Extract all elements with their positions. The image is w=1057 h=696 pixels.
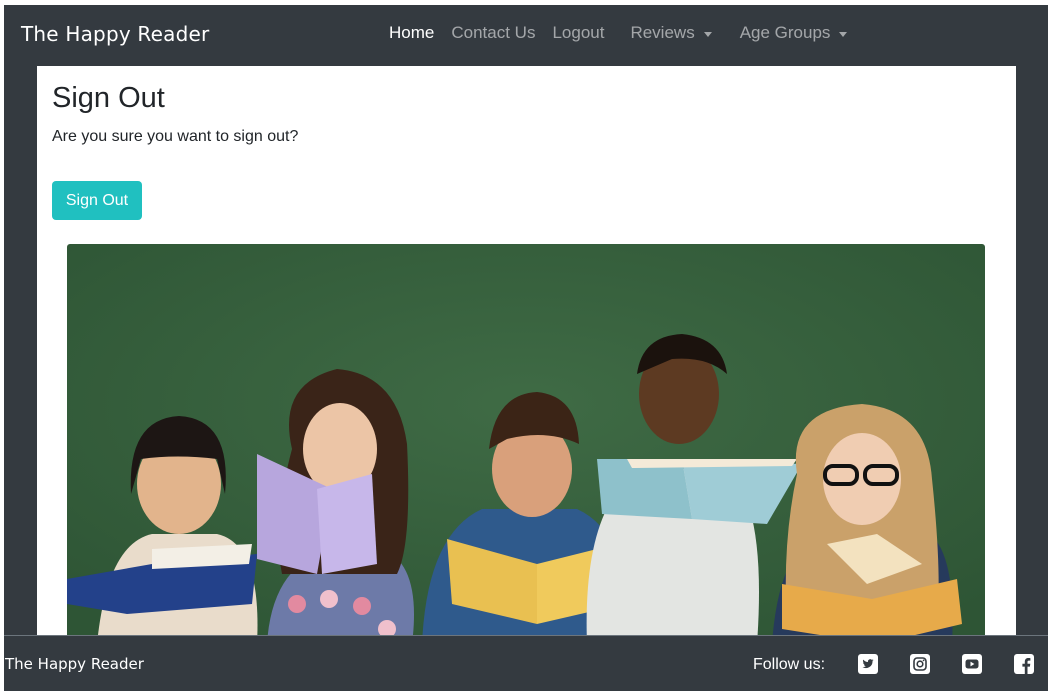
nav-age-groups-dropdown[interactable]: Age Groups [740,23,848,43]
navbar: The Happy Reader Home Contact Us Logout … [4,5,1048,66]
nav-home[interactable]: Home [389,23,434,43]
caret-down-icon [703,31,712,37]
footer: The Happy Reader Follow us: [4,635,1048,691]
signout-prompt: Are you sure you want to sign out? [52,128,299,145]
sign-out-button[interactable]: Sign Out [52,181,142,220]
footer-brand: The Happy Reader [5,655,144,673]
main-content: Sign Out Are you sure you want to sign o… [37,66,1016,636]
nav-reviews-dropdown[interactable]: Reviews [630,23,712,43]
facebook-icon[interactable] [1014,654,1034,674]
page-title: Sign Out [52,82,165,114]
instagram-icon[interactable] [910,654,930,674]
children-reading-illustration [67,244,985,636]
nav-reviews-label: Reviews [630,23,695,42]
brand-logo[interactable]: The Happy Reader [21,22,209,46]
follow-us-label: Follow us: [753,656,826,673]
caret-down-icon [839,31,848,37]
nav-contact-us[interactable]: Contact Us [451,23,535,43]
hero-image [67,244,985,636]
nav-logout[interactable]: Logout [552,23,604,43]
nav-links: Home Contact Us Logout Reviews Age Group… [389,23,875,43]
nav-age-groups-label: Age Groups [739,23,831,42]
youtube-icon[interactable] [962,654,982,674]
twitter-icon[interactable] [858,654,878,674]
app-frame: The Happy Reader Home Contact Us Logout … [4,5,1048,691]
